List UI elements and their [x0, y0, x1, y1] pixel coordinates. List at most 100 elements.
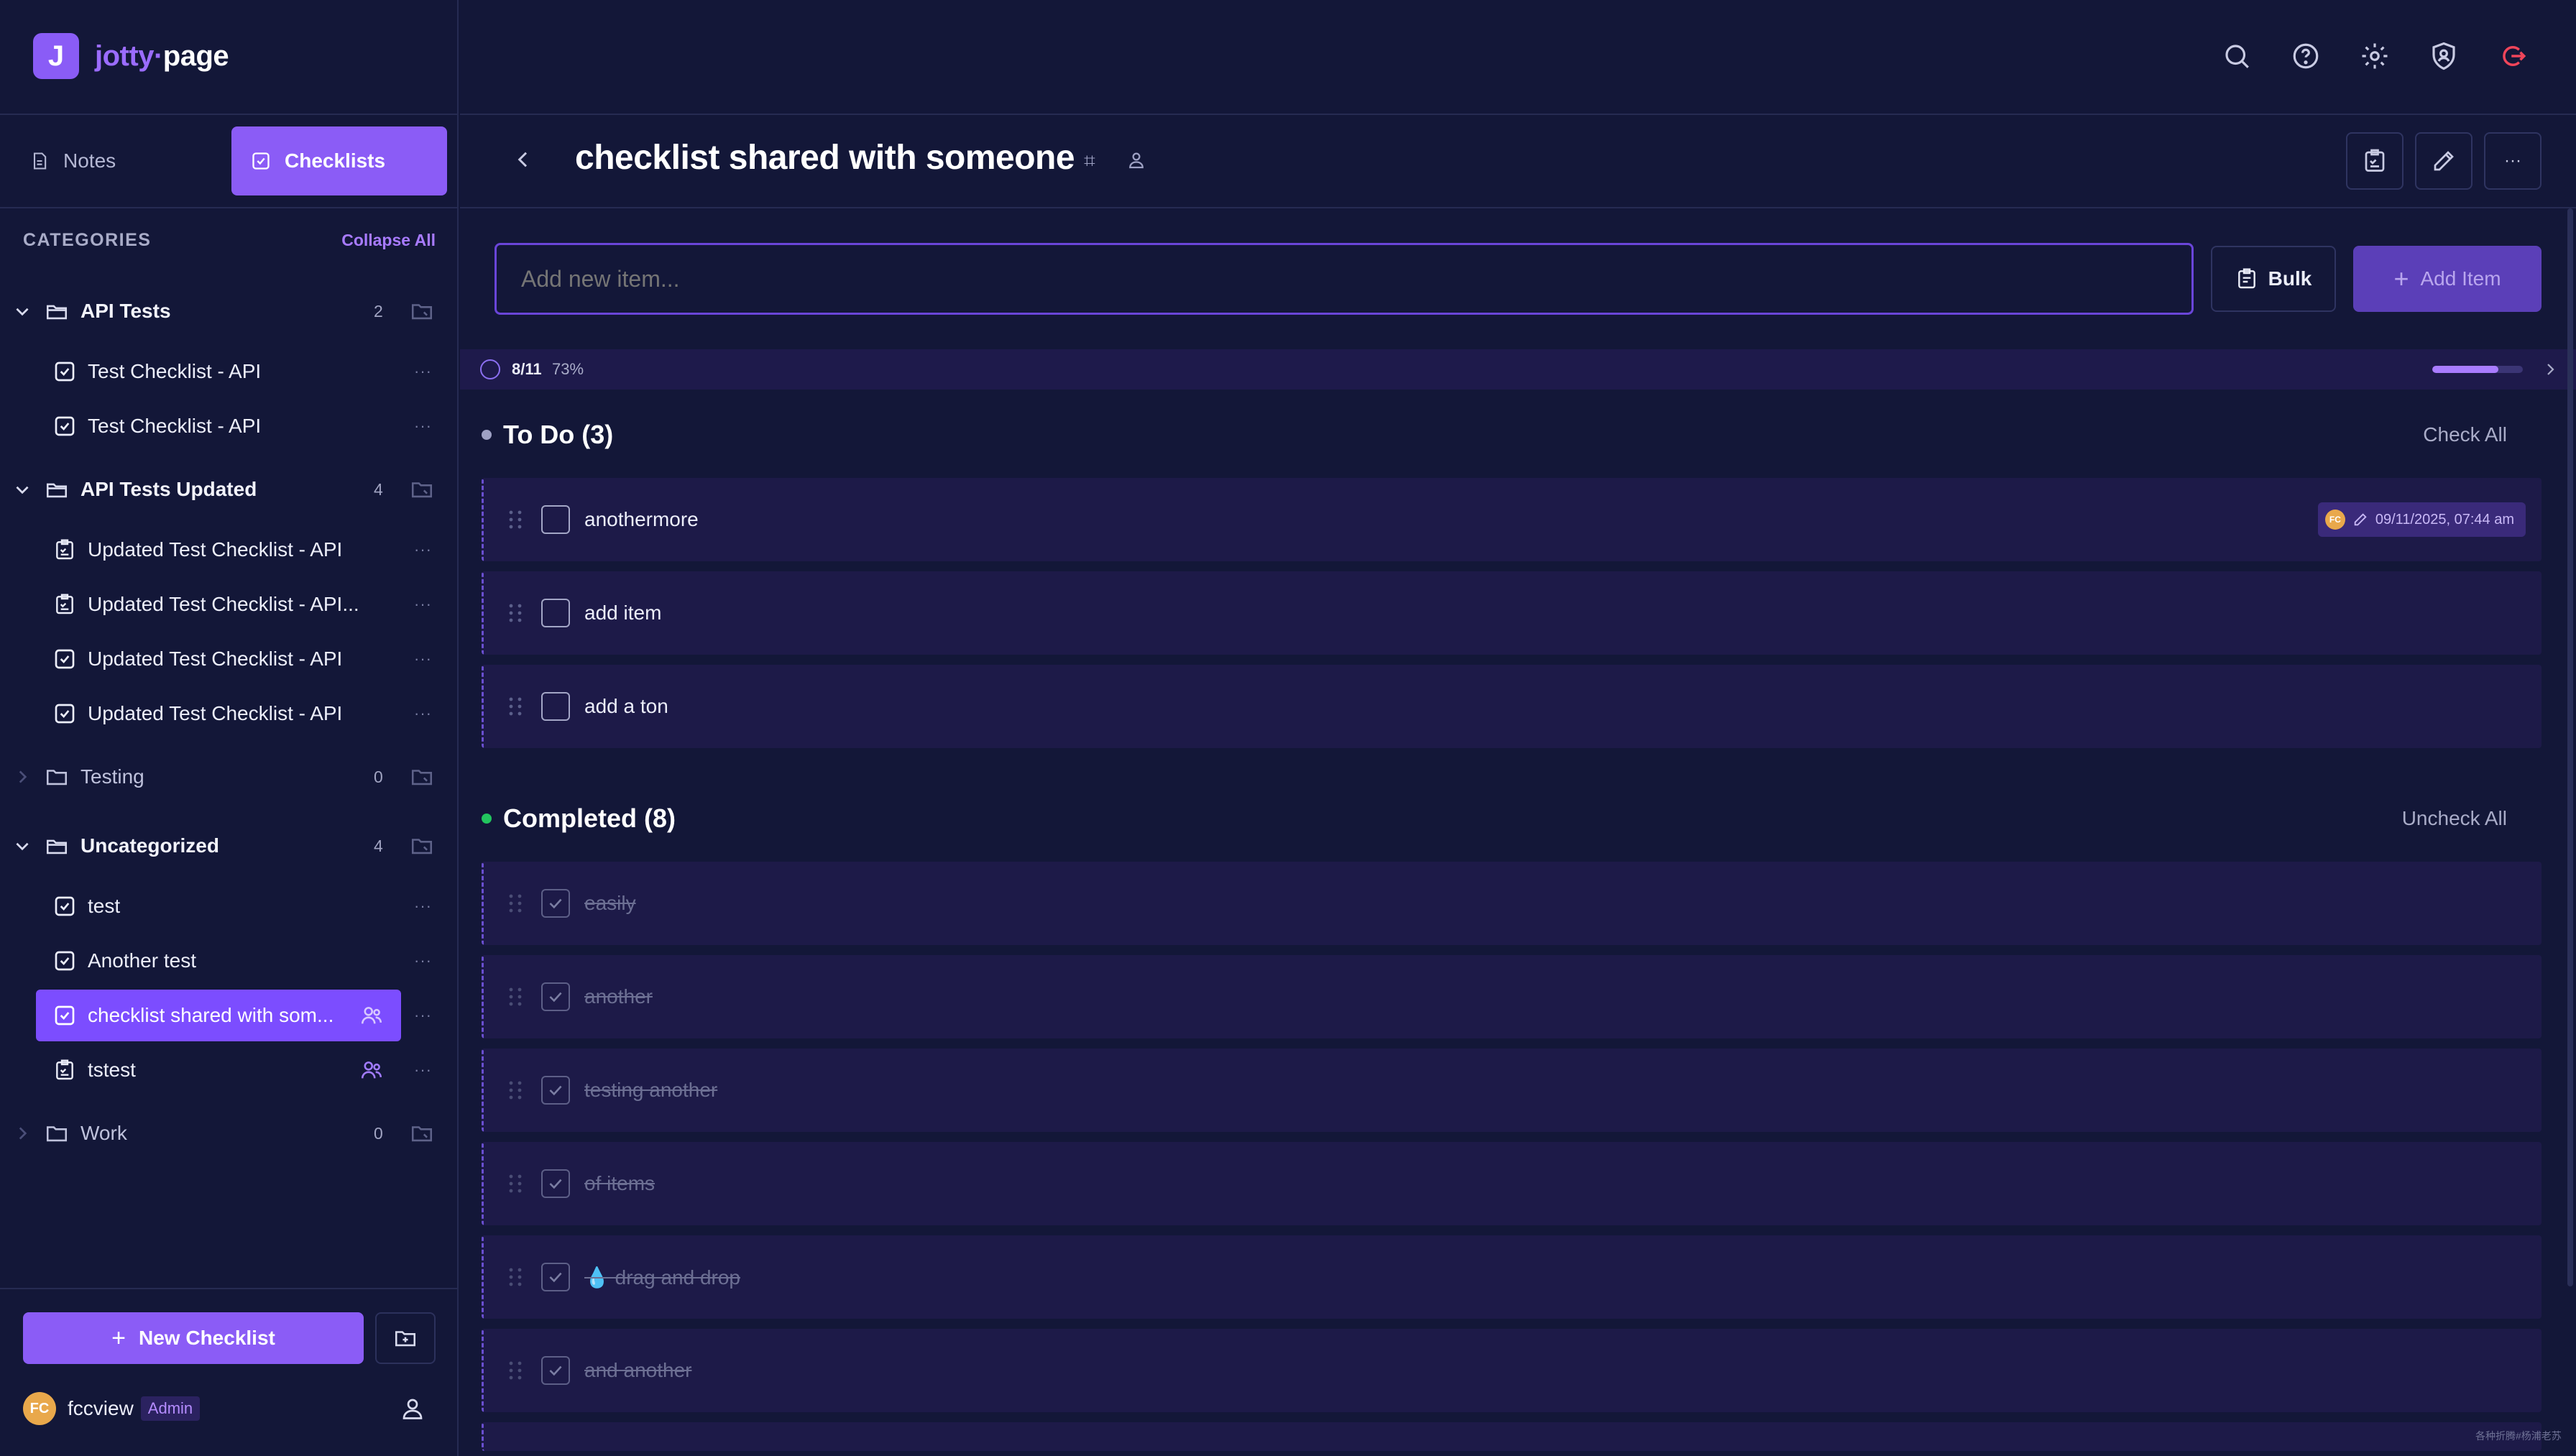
collapse-all-button[interactable]: Collapse All — [341, 231, 436, 250]
tab-checklists[interactable]: Checklists — [231, 126, 447, 195]
more-icon[interactable]: ··· — [414, 1061, 432, 1079]
checklist-item[interactable]: tstest ··· — [0, 1044, 459, 1096]
more-icon[interactable]: ··· — [414, 540, 432, 559]
more-icon[interactable]: ··· — [414, 704, 432, 723]
folder-add-icon[interactable] — [410, 765, 434, 789]
more-icon[interactable]: ··· — [414, 897, 432, 916]
completed-section-header: Completed (8) Uncheck All — [482, 801, 2542, 837]
chevron-down-icon[interactable] — [13, 302, 32, 321]
task-row-completed[interactable]: easily — [482, 862, 2542, 945]
checklist-item[interactable]: Updated Test Checklist - API ··· — [0, 633, 459, 685]
more-icon[interactable]: ··· — [414, 595, 432, 614]
chevron-down-icon[interactable] — [13, 480, 32, 499]
admin-button[interactable] — [2428, 40, 2460, 72]
edit-button[interactable] — [2415, 132, 2472, 190]
checklist-item[interactable]: Test Checklist - API ··· — [0, 346, 459, 397]
task-row-completed[interactable]: testing another — [482, 1049, 2542, 1132]
more-icon[interactable]: ··· — [414, 362, 432, 381]
task-row-completed[interactable]: another — [482, 955, 2542, 1038]
task-checkbox[interactable] — [541, 599, 570, 627]
add-item-button[interactable]: + Add Item — [2353, 246, 2542, 312]
task-checkbox[interactable] — [541, 1263, 570, 1291]
folder-add-icon[interactable] — [410, 834, 434, 858]
task-checkbox[interactable] — [541, 1076, 570, 1105]
progress-bar[interactable]: 8/11 73% — [460, 349, 2576, 390]
check-all-button[interactable]: Check All — [2423, 423, 2507, 446]
checklist-item[interactable]: Updated Test Checklist - API ··· — [0, 524, 459, 576]
checklist-item-active[interactable]: checklist shared with som... ··· — [0, 990, 459, 1041]
category-work[interactable]: Work 0 — [0, 1107, 459, 1159]
add-item-label: Add Item — [2420, 267, 2501, 290]
more-icon[interactable]: ··· — [414, 650, 432, 668]
chevron-right-icon[interactable] — [13, 768, 32, 786]
drag-handle-icon[interactable] — [508, 1360, 523, 1381]
task-row[interactable]: add item — [482, 571, 2542, 655]
hash-icon[interactable]: ⌗ — [1084, 149, 1095, 173]
more-options-button[interactable]: ··· — [2484, 132, 2542, 190]
task-checkbox[interactable] — [541, 505, 570, 534]
shared-user-icon[interactable] — [1126, 149, 1147, 171]
chevron-right-icon[interactable] — [2542, 361, 2559, 378]
task-checkbox[interactable] — [541, 982, 570, 1011]
checklist-item[interactable]: Updated Test Checklist - API ··· — [0, 688, 459, 739]
settings-button[interactable] — [2359, 40, 2391, 72]
search-button[interactable] — [2221, 40, 2253, 72]
user-info[interactable]: FC fccview Admin — [23, 1391, 201, 1426]
task-row[interactable]: anothermore FC 09/11/2025, 07:44 am — [482, 478, 2542, 561]
tab-notes[interactable]: Notes — [29, 126, 223, 195]
drag-handle-icon[interactable] — [508, 1080, 523, 1100]
more-icon[interactable]: ··· — [414, 1006, 432, 1025]
drag-handle-icon[interactable] — [508, 696, 523, 717]
new-checklist-button[interactable]: + New Checklist — [23, 1312, 364, 1364]
folder-add-icon[interactable] — [410, 477, 434, 502]
drag-handle-icon[interactable] — [508, 603, 523, 623]
avatar: FC — [23, 1392, 56, 1425]
check-icon — [549, 898, 562, 909]
task-row-completed[interactable]: 💧 drag and drop — [482, 1235, 2542, 1319]
back-icon[interactable] — [512, 145, 535, 174]
add-item-input[interactable] — [494, 243, 2194, 315]
drag-handle-icon[interactable] — [508, 893, 523, 913]
brand-logo: J — [33, 33, 79, 79]
chevron-down-icon[interactable] — [13, 837, 32, 855]
checkbox-icon — [250, 150, 272, 172]
uncheck-all-button[interactable]: Uncheck All — [2402, 807, 2507, 830]
task-checkbox[interactable] — [541, 692, 570, 721]
checklist-item[interactable]: Updated Test Checklist - API... ··· — [0, 579, 459, 630]
folder-add-icon[interactable] — [410, 1121, 434, 1146]
task-checkbox[interactable] — [541, 889, 570, 918]
category-api-tests[interactable]: API Tests 2 — [0, 285, 459, 337]
folder-add-icon[interactable] — [410, 299, 434, 323]
edit-icon — [2434, 151, 2454, 171]
checklist-item[interactable]: test ··· — [0, 880, 459, 932]
task-row[interactable]: add a ton — [482, 665, 2542, 748]
task-row-completed-partial[interactable] — [482, 1422, 2542, 1451]
chevron-right-icon[interactable] — [13, 1124, 32, 1143]
task-row-completed[interactable]: of items — [482, 1142, 2542, 1225]
checklist-item[interactable]: Test Checklist - API ··· — [0, 400, 459, 452]
more-icon[interactable]: ··· — [414, 952, 432, 970]
category-testing[interactable]: Testing 0 — [0, 751, 459, 803]
drag-handle-icon[interactable] — [508, 510, 523, 530]
bulk-button[interactable]: Bulk — [2211, 246, 2336, 312]
category-api-tests-updated[interactable]: API Tests Updated 4 — [0, 464, 459, 515]
user-icon[interactable] — [400, 1394, 426, 1423]
drag-handle-icon[interactable] — [508, 987, 523, 1007]
checkbox-icon — [55, 704, 75, 724]
clipboard-button[interactable] — [2346, 132, 2404, 190]
checklist-item[interactable]: Another test ··· — [0, 935, 459, 987]
task-checkbox[interactable] — [541, 1169, 570, 1198]
logout-button[interactable] — [2497, 40, 2529, 72]
new-category-button[interactable] — [375, 1312, 436, 1364]
brand[interactable]: J jotty·page — [33, 33, 229, 79]
help-button[interactable] — [2290, 40, 2322, 72]
more-icon[interactable]: ··· — [414, 417, 432, 436]
drag-handle-icon[interactable] — [508, 1174, 523, 1194]
task-row-completed[interactable]: and another — [482, 1329, 2542, 1412]
category-uncategorized[interactable]: Uncategorized 4 — [0, 820, 459, 872]
categories-header: CATEGORIES Collapse All — [23, 230, 436, 251]
task-checkbox[interactable] — [541, 1356, 570, 1385]
drag-handle-icon[interactable] — [508, 1267, 523, 1287]
username: fccview — [68, 1397, 134, 1419]
scrollbar[interactable] — [2567, 208, 2573, 1286]
